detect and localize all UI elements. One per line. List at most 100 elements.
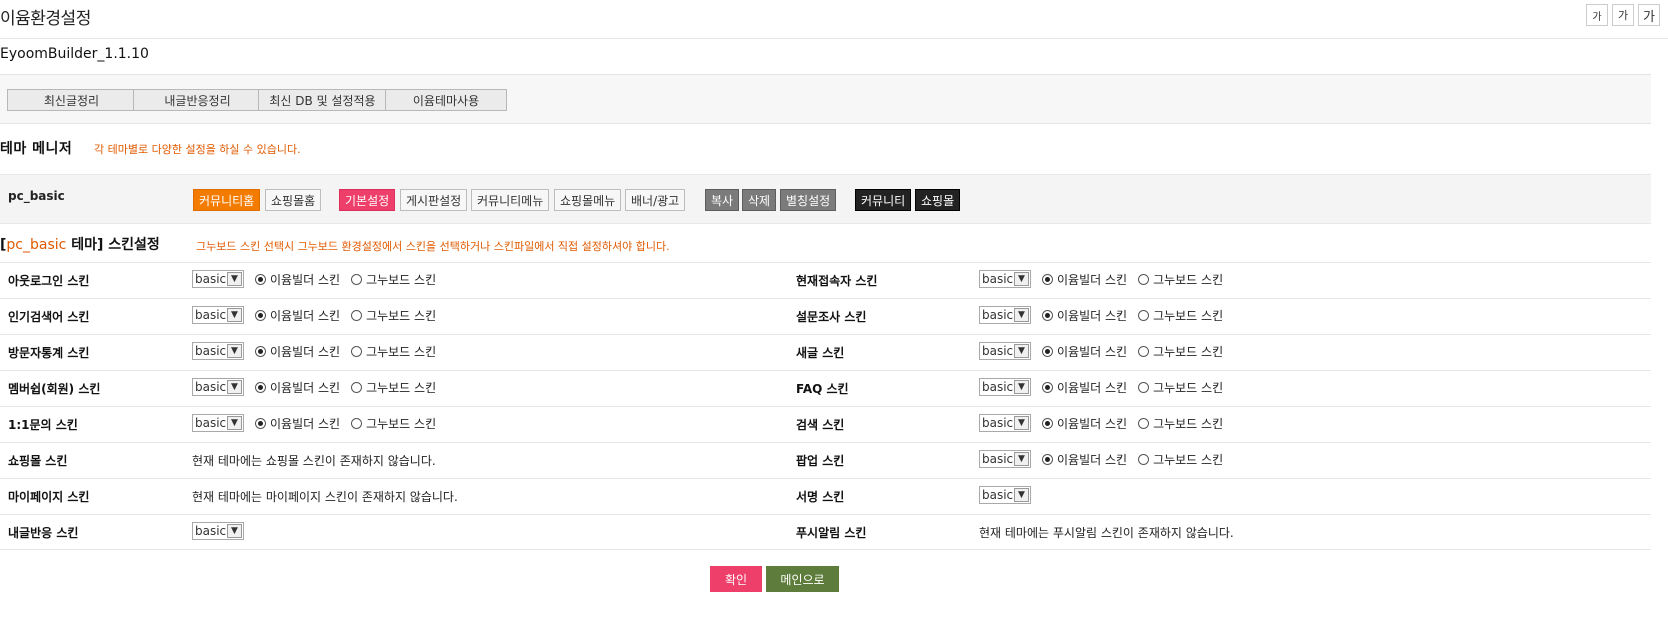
- radio-label: 그누보드 스킨: [366, 272, 437, 287]
- eyoom-skin-radio[interactable]: 이윰빌더 스킨: [1042, 451, 1127, 468]
- skin-label: FAQ 스킨: [796, 382, 849, 396]
- alias-settings-button[interactable]: 별칭설정: [780, 189, 837, 211]
- eyoom-skin-radio[interactable]: 이윰빌더 스킨: [255, 271, 340, 288]
- basic-settings-button[interactable]: 기본설정: [339, 189, 396, 211]
- gnu-skin-radio[interactable]: 그누보드 스킨: [351, 271, 436, 288]
- skin-select[interactable]: basic ▼: [192, 522, 244, 540]
- cleanup-reactions-button[interactable]: 내글반응정리: [133, 89, 262, 111]
- gnu-skin-radio[interactable]: 그누보드 스킨: [1138, 307, 1223, 324]
- skin-label: 서명 스킨: [796, 490, 845, 504]
- apply-db-settings-button[interactable]: 최신 DB 및 설정적용: [258, 89, 387, 111]
- skin-control: basic ▼ 이윰빌더 스킨 그누보드 스킨: [979, 414, 1223, 432]
- radio-label: 이윰빌더 스킨: [270, 344, 341, 359]
- form-actions: 확인 메인으로: [0, 566, 1668, 592]
- radio-unchecked-icon: [351, 309, 363, 321]
- skin-missing-message: 현재 테마에는 푸시알림 스킨이 존재하지 않습니다.: [979, 526, 1234, 540]
- gnu-skin-radio[interactable]: 그누보드 스킨: [1138, 343, 1223, 360]
- skin-select[interactable]: basic ▼: [979, 306, 1031, 324]
- eyoom-skin-radio[interactable]: 이윰빌더 스킨: [1042, 271, 1127, 288]
- radio-label: 그누보드 스킨: [1153, 416, 1224, 431]
- cleanup-latest-button[interactable]: 최신글정리: [7, 89, 136, 111]
- community-home-button[interactable]: 커뮤니티홈: [193, 189, 261, 211]
- skin-select[interactable]: basic ▼: [192, 306, 244, 324]
- radio-unchecked-icon: [351, 273, 363, 285]
- radio-label: 이윰빌더 스킨: [270, 272, 341, 287]
- gnu-skin-radio[interactable]: 그누보드 스킨: [1138, 271, 1223, 288]
- radio-checked-icon: [1042, 381, 1053, 393]
- radio-label: 그누보드 스킨: [366, 416, 437, 431]
- skin-settings-table: 아웃로그인 스킨 basic ▼ 이윰빌더 스킨 그누보드 스킨 현재접속자 스킨…: [0, 262, 1651, 550]
- font-large-button[interactable]: 가: [1638, 4, 1660, 26]
- skin-select[interactable]: basic ▼: [192, 270, 244, 288]
- skin-select-value: basic: [982, 416, 1014, 430]
- shop-home-button[interactable]: 쇼핑몰홈: [265, 189, 322, 211]
- banner-ad-button[interactable]: 배너/광고: [625, 189, 686, 211]
- skin-select[interactable]: basic ▼: [979, 378, 1031, 396]
- skin-label: 내글반응 스킨: [8, 526, 79, 540]
- shop-menu-button[interactable]: 쇼핑몰메뉴: [554, 189, 622, 211]
- skin-select[interactable]: basic ▼: [979, 342, 1031, 360]
- eyoom-skin-radio[interactable]: 이윰빌더 스킨: [255, 307, 340, 324]
- skin-select-value: basic: [982, 380, 1014, 394]
- font-medium-button[interactable]: 가: [1612, 4, 1634, 26]
- font-small-button[interactable]: 가: [1586, 4, 1608, 26]
- skin-select-value: basic: [982, 452, 1014, 466]
- skin-select-value: basic: [195, 524, 227, 538]
- skin-select[interactable]: basic ▼: [979, 450, 1031, 468]
- skin-select-value: basic: [982, 344, 1014, 358]
- gnu-skin-radio[interactable]: 그누보드 스킨: [351, 343, 436, 360]
- skin-control: basic ▼ 이윰빌더 스킨 그누보드 스킨: [192, 270, 436, 288]
- delete-button[interactable]: 삭제: [742, 189, 777, 211]
- gnu-skin-radio[interactable]: 그누보드 스킨: [351, 379, 436, 396]
- radio-label: 그누보드 스킨: [1153, 308, 1224, 323]
- gnu-skin-radio[interactable]: 그누보드 스킨: [351, 307, 436, 324]
- font-size-controls: 가 가 가: [1586, 4, 1660, 26]
- skin-select[interactable]: basic ▼: [979, 486, 1031, 504]
- gnu-skin-radio[interactable]: 그누보드 스킨: [351, 415, 436, 432]
- eyoom-skin-radio[interactable]: 이윰빌더 스킨: [1042, 343, 1127, 360]
- eyoom-skin-radio[interactable]: 이윰빌더 스킨: [1042, 307, 1127, 324]
- copy-button[interactable]: 복사: [705, 189, 740, 211]
- shop-button[interactable]: 쇼핑몰: [915, 189, 961, 211]
- page-title: 이윰환경설정: [0, 9, 91, 29]
- version-label: EyoomBuilder_1.1.10: [0, 46, 149, 62]
- eyoom-skin-radio[interactable]: 이윰빌더 스킨: [255, 415, 340, 432]
- skin-label: 쇼핑몰 스킨: [8, 454, 68, 468]
- skin-control: basic ▼ 이윰빌더 스킨 그누보드 스킨: [979, 450, 1223, 468]
- skin-select[interactable]: basic ▼: [192, 378, 244, 396]
- skin-select[interactable]: basic ▼: [192, 342, 244, 360]
- table-row: 방문자통계 스킨 basic ▼ 이윰빌더 스킨 그누보드 스킨 새글 스킨 ba…: [0, 334, 1651, 370]
- skin-select-value: basic: [195, 272, 227, 286]
- radio-unchecked-icon: [1138, 453, 1150, 465]
- gnu-skin-radio[interactable]: 그누보드 스킨: [1138, 451, 1223, 468]
- eyoom-skin-radio[interactable]: 이윰빌더 스킨: [1042, 379, 1127, 396]
- chevron-down-icon: ▼: [1014, 488, 1029, 502]
- community-menu-button[interactable]: 커뮤니티메뉴: [471, 189, 550, 211]
- skin-control: basic ▼ 이윰빌더 스킨 그누보드 스킨: [979, 342, 1223, 360]
- board-settings-button[interactable]: 게시판설정: [400, 189, 468, 211]
- radio-unchecked-icon: [1138, 345, 1150, 357]
- skin-control: basic ▼ 이윰빌더 스킨 그누보드 스킨: [979, 306, 1223, 324]
- radio-label: 이윰빌더 스킨: [270, 308, 341, 323]
- eyoom-skin-radio[interactable]: 이윰빌더 스킨: [1042, 415, 1127, 432]
- gnu-skin-radio[interactable]: 그누보드 스킨: [1138, 379, 1223, 396]
- skin-select[interactable]: basic ▼: [979, 414, 1031, 432]
- table-row: 내글반응 스킨 basic ▼ 푸시알림 스킨 현재 테마에는 푸시알림 스킨이 …: [0, 514, 1651, 550]
- community-button[interactable]: 커뮤니티: [855, 189, 912, 211]
- radio-checked-icon: [1042, 345, 1053, 357]
- radio-label: 이윰빌더 스킨: [1057, 344, 1128, 359]
- use-eyoom-theme-button[interactable]: 이윰테마사용: [385, 89, 507, 111]
- confirm-button[interactable]: 확인: [710, 566, 762, 592]
- eyoom-skin-radio[interactable]: 이윰빌더 스킨: [255, 343, 340, 360]
- radio-checked-icon: [255, 273, 266, 285]
- skin-title-theme: pc_basic: [6, 237, 67, 253]
- radio-label: 그누보드 스킨: [1153, 272, 1224, 287]
- go-main-button[interactable]: 메인으로: [766, 566, 839, 592]
- skin-select[interactable]: basic ▼: [192, 414, 244, 432]
- chevron-down-icon: ▼: [227, 344, 242, 358]
- skin-select-value: basic: [982, 272, 1014, 286]
- skin-select[interactable]: basic ▼: [979, 270, 1031, 288]
- eyoom-skin-radio[interactable]: 이윰빌더 스킨: [255, 379, 340, 396]
- gnu-skin-radio[interactable]: 그누보드 스킨: [1138, 415, 1223, 432]
- radio-label: 이윰빌더 스킨: [1057, 380, 1128, 395]
